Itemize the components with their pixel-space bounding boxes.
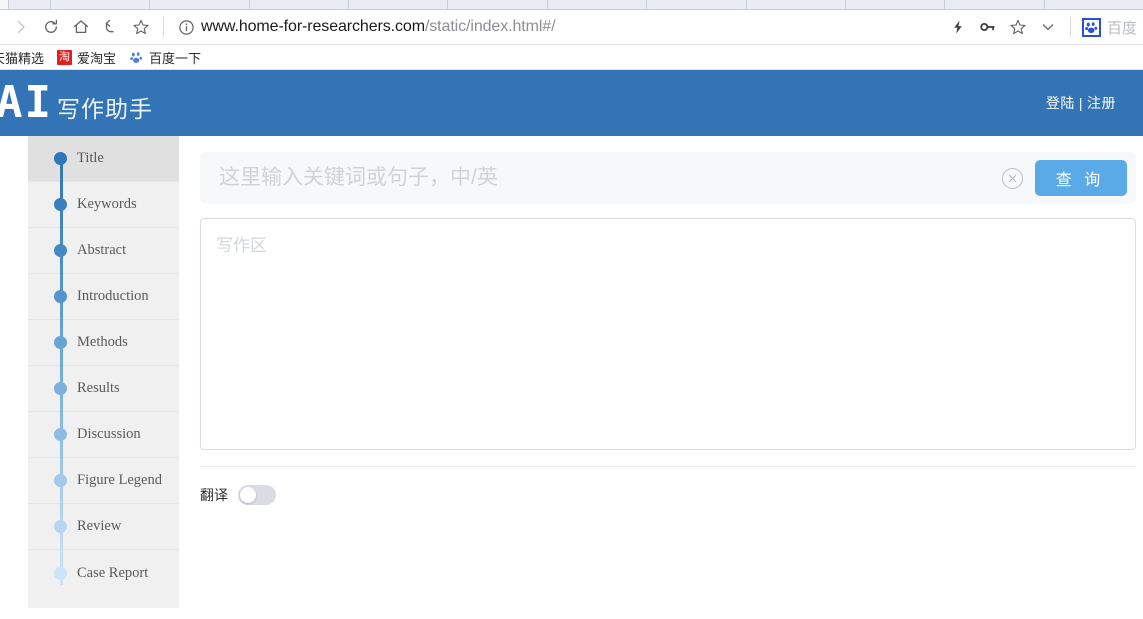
- key-icon[interactable]: [973, 12, 1003, 42]
- toolbar-right-group: 百度: [943, 12, 1137, 42]
- browser-tab[interactable]: [50, 0, 150, 9]
- browser-tab[interactable]: [1043, 0, 1143, 9]
- search-button[interactable]: 查 询: [1035, 160, 1127, 196]
- translate-control: 翻译: [200, 485, 1143, 505]
- search-input[interactable]: [217, 165, 1002, 191]
- login-link[interactable]: 登陆: [1046, 93, 1075, 113]
- sidebar-item-methods[interactable]: Methods: [28, 320, 179, 366]
- bookmark-label: 天猫精选: [0, 50, 45, 66]
- browser-tab[interactable]: [149, 0, 249, 9]
- chevron-down-icon[interactable]: [1033, 12, 1063, 42]
- back-arrow-icon[interactable]: [96, 12, 126, 42]
- logo-ai-text: AI: [0, 77, 53, 128]
- browser-toolbar: www.home-for-researchers.com/static/inde…: [0, 10, 1143, 45]
- sidebar-dot-icon: [54, 290, 67, 303]
- bookmark-item[interactable]: 百度一下: [129, 48, 210, 67]
- sidebar-item-label: Figure Legend: [77, 472, 162, 488]
- browser-tab[interactable]: [745, 0, 845, 9]
- lightning-icon[interactable]: [943, 12, 973, 42]
- page-body: Title Keywords Abstract Introduction Met…: [0, 136, 1143, 619]
- search-bar: 查 询: [200, 152, 1136, 204]
- browser-tab[interactable]: [447, 0, 547, 9]
- logo-subtitle-text: 写作助手: [56, 96, 153, 122]
- home-icon[interactable]: [66, 12, 96, 42]
- browser-tab[interactable]: [348, 0, 448, 9]
- baidu-extension-button[interactable]: 百度: [1078, 17, 1137, 38]
- sidebar-item-results[interactable]: Results: [28, 366, 179, 412]
- browser-tab[interactable]: [646, 0, 746, 9]
- sidebar-dot-icon: [54, 428, 67, 441]
- browser-tab[interactable]: [8, 0, 50, 9]
- auth-separator: |: [1078, 95, 1083, 111]
- main-content: 查 询 翻译: [179, 136, 1143, 619]
- baidu-paw-icon: [129, 50, 144, 65]
- sidebar-item-figure-legend[interactable]: Figure Legend: [28, 458, 179, 504]
- browser-tab[interactable]: [844, 0, 945, 9]
- sidebar-item-label: Title: [77, 150, 104, 166]
- reload-icon[interactable]: [36, 12, 66, 42]
- sidebar-item-review[interactable]: Review: [28, 504, 179, 550]
- sidebar-item-label: Keywords: [77, 196, 137, 212]
- bookmarks-bar: 天猫精选 淘 爱淘宝 百度一下: [0, 45, 1143, 70]
- sidebar-item-keywords[interactable]: Keywords: [28, 182, 179, 228]
- star-icon[interactable]: [1003, 12, 1033, 42]
- browser-chrome: www.home-for-researchers.com/static/inde…: [0, 0, 1143, 70]
- sidebar-item-discussion[interactable]: Discussion: [28, 412, 179, 458]
- sidebar-dot-icon: [54, 336, 67, 349]
- sidebar-item-label: Abstract: [77, 242, 127, 258]
- taobao-icon: 淘: [57, 49, 73, 65]
- section-divider: [200, 466, 1136, 467]
- address-bar-url: www.home-for-researchers.com/static/inde…: [201, 18, 556, 36]
- bookmark-item[interactable]: 淘 爱淘宝: [57, 48, 125, 67]
- bookmark-item[interactable]: 天猫精选: [0, 48, 53, 67]
- browser-tab[interactable]: [0, 0, 8, 9]
- sidebar: Title Keywords Abstract Introduction Met…: [28, 136, 179, 608]
- sidebar-item-label: Methods: [77, 334, 128, 350]
- sidebar-dot-icon: [54, 244, 67, 257]
- toolbar-divider: [1069, 17, 1071, 37]
- toolbar-divider: [163, 17, 164, 37]
- url-domain: www.home-for-researchers.com: [201, 18, 425, 35]
- info-circle-icon[interactable]: [171, 12, 201, 42]
- address-bar[interactable]: www.home-for-researchers.com/static/inde…: [171, 10, 943, 44]
- browser-tab[interactable]: [944, 0, 1044, 9]
- sidebar-item-label: Results: [77, 380, 120, 396]
- sidebar-dot-icon: [54, 474, 67, 487]
- sidebar-item-title[interactable]: Title: [28, 136, 179, 182]
- bookmark-label: 爱淘宝: [77, 50, 117, 66]
- sidebar-item-label: Review: [77, 518, 122, 534]
- sidebar-item-abstract[interactable]: Abstract: [28, 228, 179, 274]
- sidebar-item-introduction[interactable]: Introduction: [28, 274, 179, 320]
- auth-links: 登陆 | 注册: [1046, 93, 1116, 113]
- writing-area-textarea[interactable]: [200, 218, 1136, 450]
- baidu-extension-label: 百度: [1106, 19, 1137, 37]
- sidebar-item-label: Case Report: [77, 564, 149, 581]
- browser-tab[interactable]: [546, 0, 647, 9]
- sidebar-item-label: Discussion: [77, 426, 141, 442]
- sidebar-dot-icon: [54, 382, 67, 395]
- sidebar-dot-icon: [54, 198, 67, 211]
- browser-tab-strip[interactable]: [0, 0, 1143, 10]
- baidu-paw-icon: [1081, 17, 1101, 37]
- browser-tab[interactable]: [248, 0, 349, 9]
- register-link[interactable]: 注册: [1087, 93, 1116, 113]
- clear-circle-icon[interactable]: [1002, 167, 1023, 189]
- sidebar-dot-icon: [54, 520, 67, 533]
- app-logo[interactable]: AI 写作助手: [0, 81, 153, 125]
- sidebar-item-case-report[interactable]: Case Report: [28, 550, 179, 596]
- toggle-knob: [240, 487, 256, 503]
- app-header: AI 写作助手 登陆 | 注册: [0, 70, 1143, 136]
- bookmark-star-icon[interactable]: [126, 12, 156, 42]
- translate-toggle-switch[interactable]: [238, 485, 276, 505]
- bookmark-label: 百度一下: [149, 50, 202, 66]
- sidebar-dot-icon: [54, 566, 67, 580]
- sidebar-item-label: Introduction: [77, 288, 149, 304]
- sidebar-dot-icon: [54, 152, 67, 165]
- translate-label: 翻译: [200, 487, 228, 503]
- forward-icon[interactable]: [6, 12, 36, 42]
- url-path: /static/index.html#/: [424, 18, 556, 35]
